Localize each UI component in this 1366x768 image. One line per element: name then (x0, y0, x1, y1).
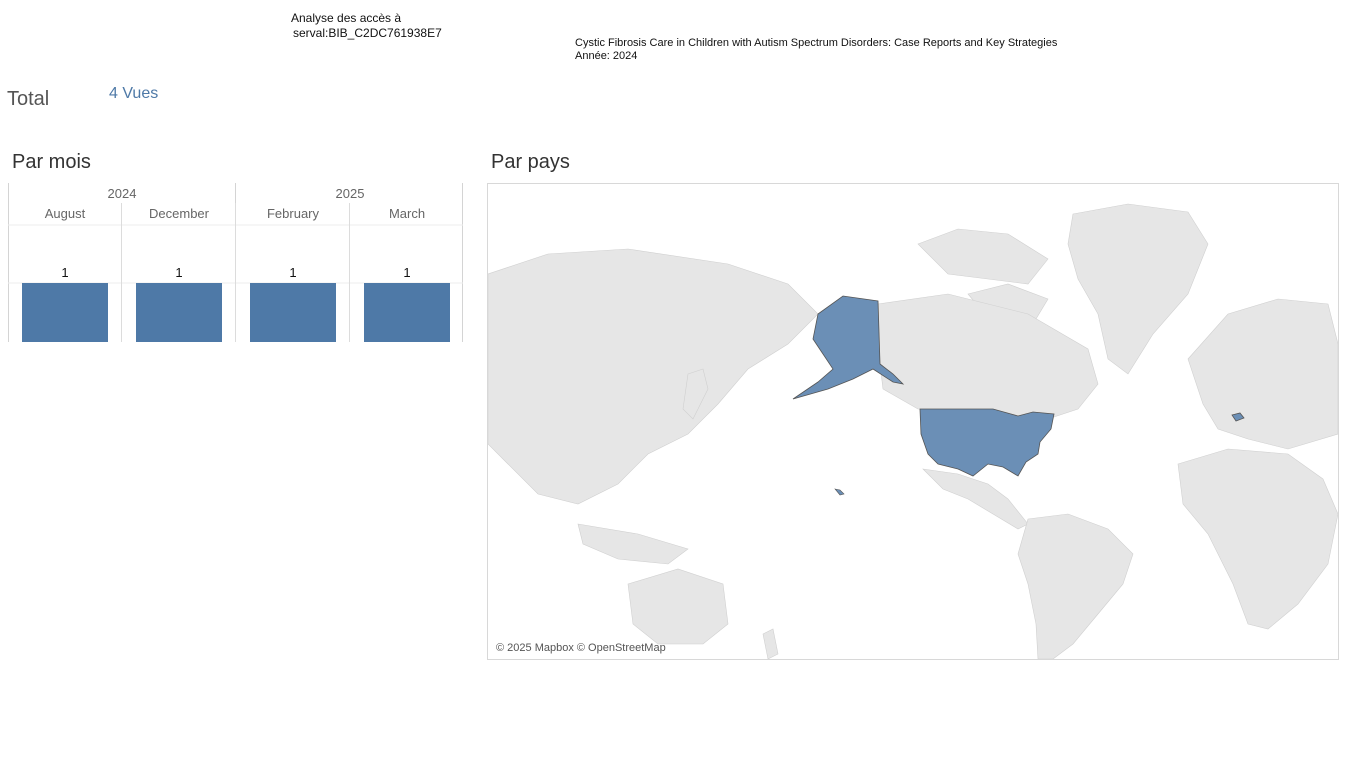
landmass-asia (488, 248, 819, 505)
month-label: March (389, 206, 425, 221)
country-usa-hawaii (834, 488, 845, 496)
bar-value-label: 1 (289, 265, 296, 280)
landmass-australia (627, 568, 729, 645)
country-map[interactable]: © 2025 Mapbox © OpenStreetMap (487, 183, 1339, 660)
landmass-new-zealand (762, 628, 779, 659)
document-info: Cystic Fibrosis Care in Children with Au… (575, 37, 1057, 63)
by-country-title: Par pays (491, 151, 570, 173)
landmass-arctic-islands (917, 228, 1049, 285)
month-label: February (267, 206, 320, 221)
world-map-svg (488, 203, 1338, 659)
year-header: 2025 (336, 186, 365, 201)
country-usa (919, 408, 1055, 477)
bar-value-label: 1 (175, 265, 182, 280)
month-label: August (45, 206, 86, 221)
landmass-africa (1177, 448, 1338, 630)
year-header: 2024 (108, 186, 137, 201)
landmass-south-america (1017, 513, 1134, 659)
map-attribution[interactable]: © 2025 Mapbox © OpenStreetMap (496, 642, 666, 654)
by-month-title: Par mois (12, 151, 91, 173)
total-views-value[interactable]: 4 Vues (109, 85, 158, 103)
landmass-europe (1187, 298, 1338, 450)
analysis-heading: Analyse des accès à serval:BIB_C2DC76193… (291, 11, 442, 41)
bar-march (364, 283, 450, 342)
analysis-heading-record-id: serval:BIB_C2DC761938E7 (293, 26, 442, 40)
bar-value-label: 1 (403, 265, 410, 280)
landmass-mexico (922, 468, 1029, 530)
analysis-heading-line1: Analyse des accès à (291, 11, 402, 25)
landmass-greenland (1067, 203, 1209, 375)
bar-august (22, 283, 108, 342)
landmass-indonesia (577, 523, 689, 565)
total-label: Total (7, 88, 50, 110)
landmass-canada (877, 293, 1099, 420)
bar-value-label: 1 (61, 265, 68, 280)
bar-december (136, 283, 222, 342)
document-title: Cystic Fibrosis Care in Children with Au… (575, 37, 1058, 49)
document-year: Année: 2024 (575, 50, 638, 62)
month-label: December (149, 206, 210, 221)
bar-february (250, 283, 336, 342)
monthly-views-chart: 2024 2025 August 1 December 1 February 1 March 1 (8, 183, 464, 345)
